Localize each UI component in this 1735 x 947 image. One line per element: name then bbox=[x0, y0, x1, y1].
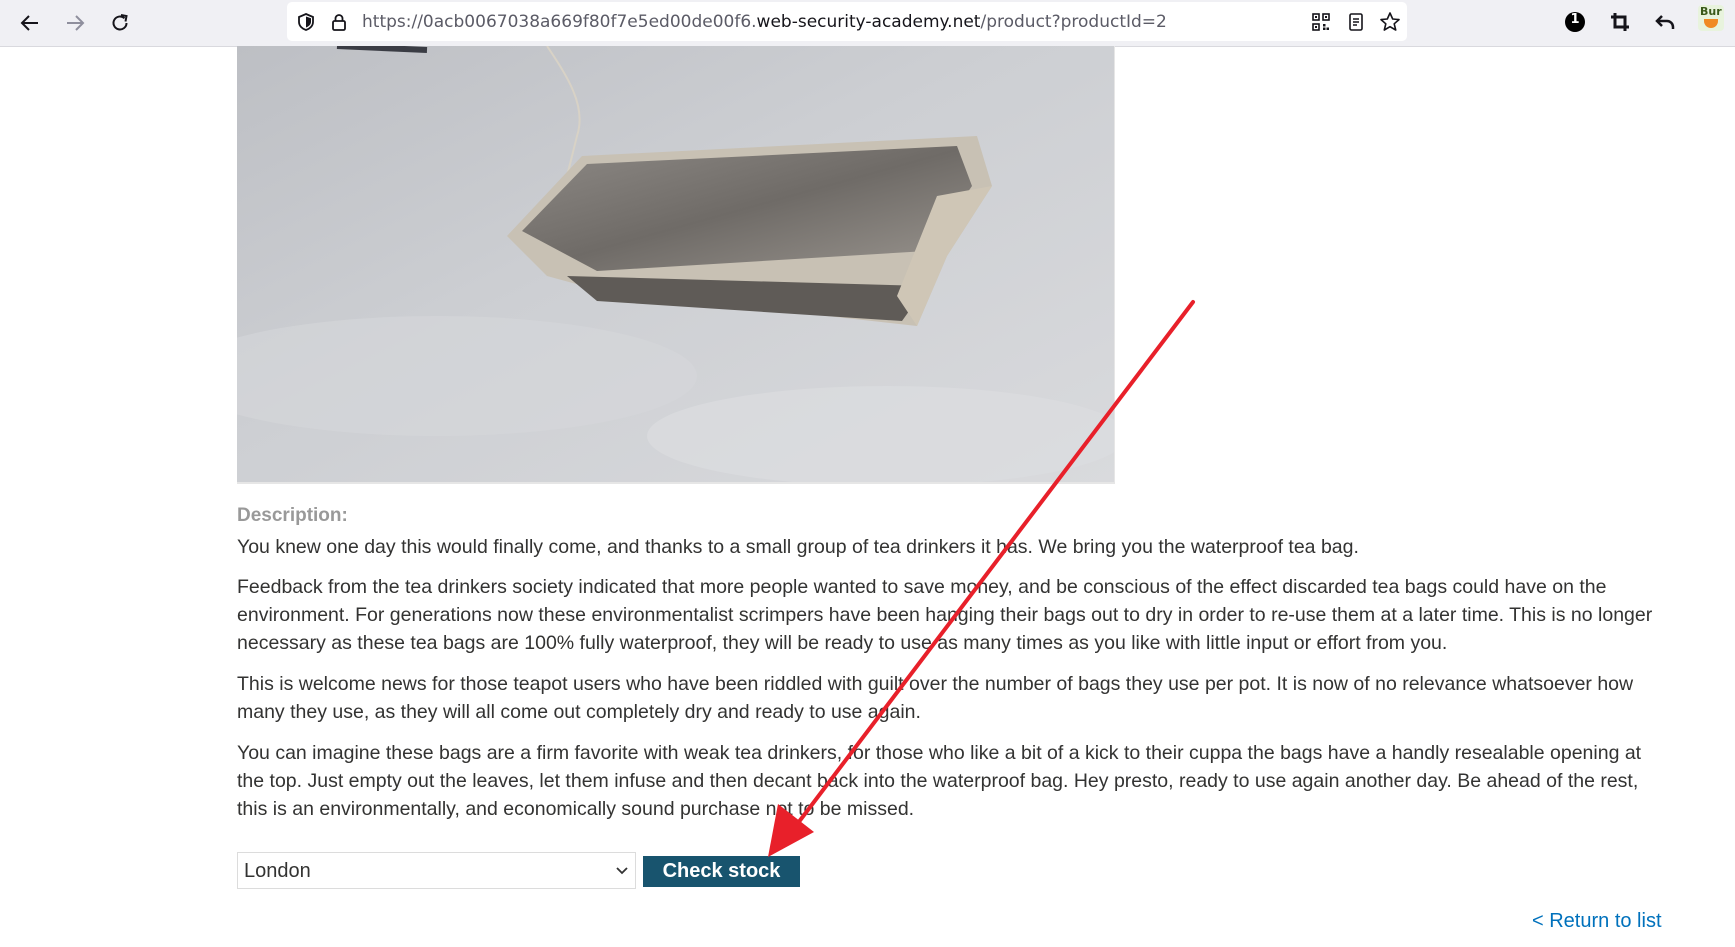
arrow-right-icon bbox=[67, 15, 85, 31]
reader-view-icon[interactable] bbox=[1345, 11, 1367, 33]
chevron-down-icon bbox=[616, 867, 628, 875]
burp-extension-icon[interactable]: Bur bbox=[1698, 5, 1724, 31]
description-paragraph: Feedback from the tea drinkers society i… bbox=[237, 576, 1653, 654]
check-stock-button[interactable]: Check stock bbox=[643, 856, 800, 887]
undo-arrow-icon[interactable] bbox=[1652, 9, 1678, 35]
shield-icon[interactable] bbox=[295, 11, 317, 33]
reload-button[interactable] bbox=[105, 8, 135, 38]
url-prefix: https://0acb0067038a669f80f7e5ed00de00f6… bbox=[362, 12, 757, 32]
browser-toolbar: https://0acb0067038a669f80f7e5ed00de00f6… bbox=[0, 0, 1735, 47]
url-text[interactable]: https://0acb0067038a669f80f7e5ed00de00f6… bbox=[362, 12, 1167, 32]
extension-badge-count: 1 bbox=[1570, 12, 1580, 27]
burp-label: Bur bbox=[1700, 5, 1722, 18]
description-paragraph: You can imagine these bags are a firm fa… bbox=[237, 742, 1642, 820]
address-bar[interactable]: https://0acb0067038a669f80f7e5ed00de00f6… bbox=[287, 2, 1407, 41]
description-heading: Description: bbox=[237, 505, 348, 526]
url-host: web-security-academy.net bbox=[756, 12, 981, 32]
description-paragraph: You knew one day this would finally come… bbox=[237, 536, 1359, 558]
product-image bbox=[237, 46, 1115, 484]
description-paragraph: This is welcome news for those teapot us… bbox=[237, 673, 1634, 723]
reload-icon bbox=[112, 14, 128, 31]
arrow-left-icon bbox=[20, 15, 38, 31]
back-button[interactable] bbox=[15, 8, 45, 38]
forward-button[interactable] bbox=[60, 8, 90, 38]
crop-icon[interactable] bbox=[1607, 9, 1633, 35]
qr-code-icon[interactable] bbox=[1310, 11, 1332, 33]
store-select[interactable]: London bbox=[237, 852, 636, 889]
extension-badge-icon[interactable]: 1 bbox=[1562, 9, 1588, 35]
url-path: /product?productId=2 bbox=[980, 12, 1167, 32]
return-to-list-link[interactable]: < Return to list bbox=[1532, 910, 1662, 933]
lock-icon[interactable] bbox=[328, 11, 350, 33]
store-select-value: London bbox=[244, 860, 311, 882]
burp-face-icon bbox=[1704, 19, 1718, 28]
bookmark-star-icon[interactable] bbox=[1379, 11, 1401, 33]
